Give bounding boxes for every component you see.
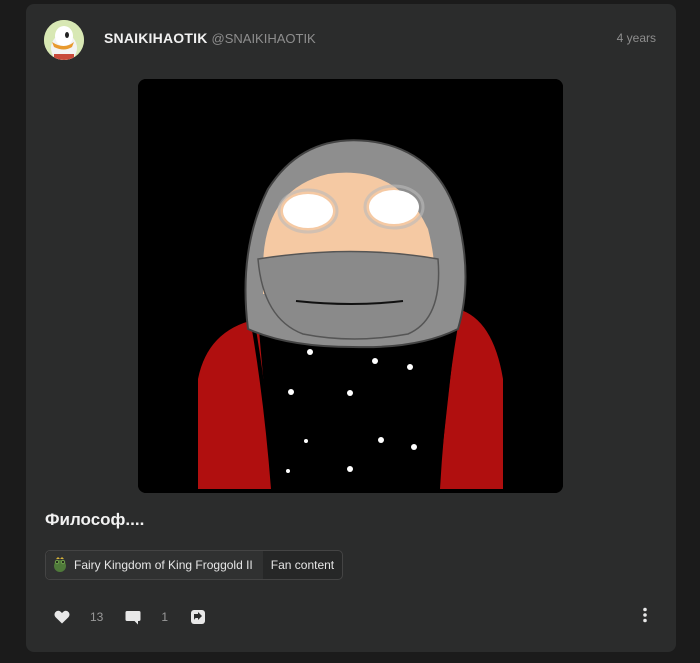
flair-tag-label: Fan content bbox=[270, 558, 335, 572]
like-count: 13 bbox=[90, 610, 104, 624]
post-title: Философ.... bbox=[45, 510, 145, 529]
post-image[interactable] bbox=[138, 79, 563, 493]
flair-tag[interactable]: Fan content bbox=[263, 551, 342, 579]
community-tag-label: Fairy Kingdom of King Froggold II bbox=[74, 558, 253, 572]
post-drawing bbox=[138, 79, 563, 493]
frog-icon bbox=[54, 557, 66, 572]
author-handle[interactable]: @SNAIKIHAOTIK bbox=[212, 31, 316, 46]
post-header: SNAIKIHAOTIK @SNAIKIHAOTIK 4 years bbox=[44, 18, 656, 62]
community-tag[interactable]: Fairy Kingdom of King Froggold II bbox=[46, 551, 263, 579]
post-actions: 13 1 bbox=[54, 607, 648, 627]
comment-count: 1 bbox=[161, 610, 169, 624]
post-timestamp[interactable]: 4 years bbox=[617, 31, 656, 45]
comment-button[interactable]: 1 bbox=[125, 610, 168, 625]
post-card: SNAIKIHAOTIK @SNAIKIHAOTIK 4 years Филос… bbox=[26, 4, 676, 652]
author-avatar[interactable] bbox=[44, 20, 84, 60]
author-display-name[interactable]: SNAIKIHAOTIK bbox=[104, 30, 208, 46]
more-options-button[interactable] bbox=[642, 607, 648, 628]
heart-icon bbox=[54, 610, 70, 624]
share-icon bbox=[191, 610, 206, 624]
avatar-image bbox=[44, 20, 84, 60]
post-tags: Fairy Kingdom of King Froggold II Fan co… bbox=[45, 550, 344, 580]
comment-icon bbox=[125, 610, 141, 624]
author-names: SNAIKIHAOTIK @SNAIKIHAOTIK bbox=[104, 30, 617, 46]
more-vertical-icon bbox=[643, 607, 647, 622]
like-button[interactable]: 13 bbox=[54, 610, 103, 624]
share-button[interactable] bbox=[190, 609, 206, 625]
